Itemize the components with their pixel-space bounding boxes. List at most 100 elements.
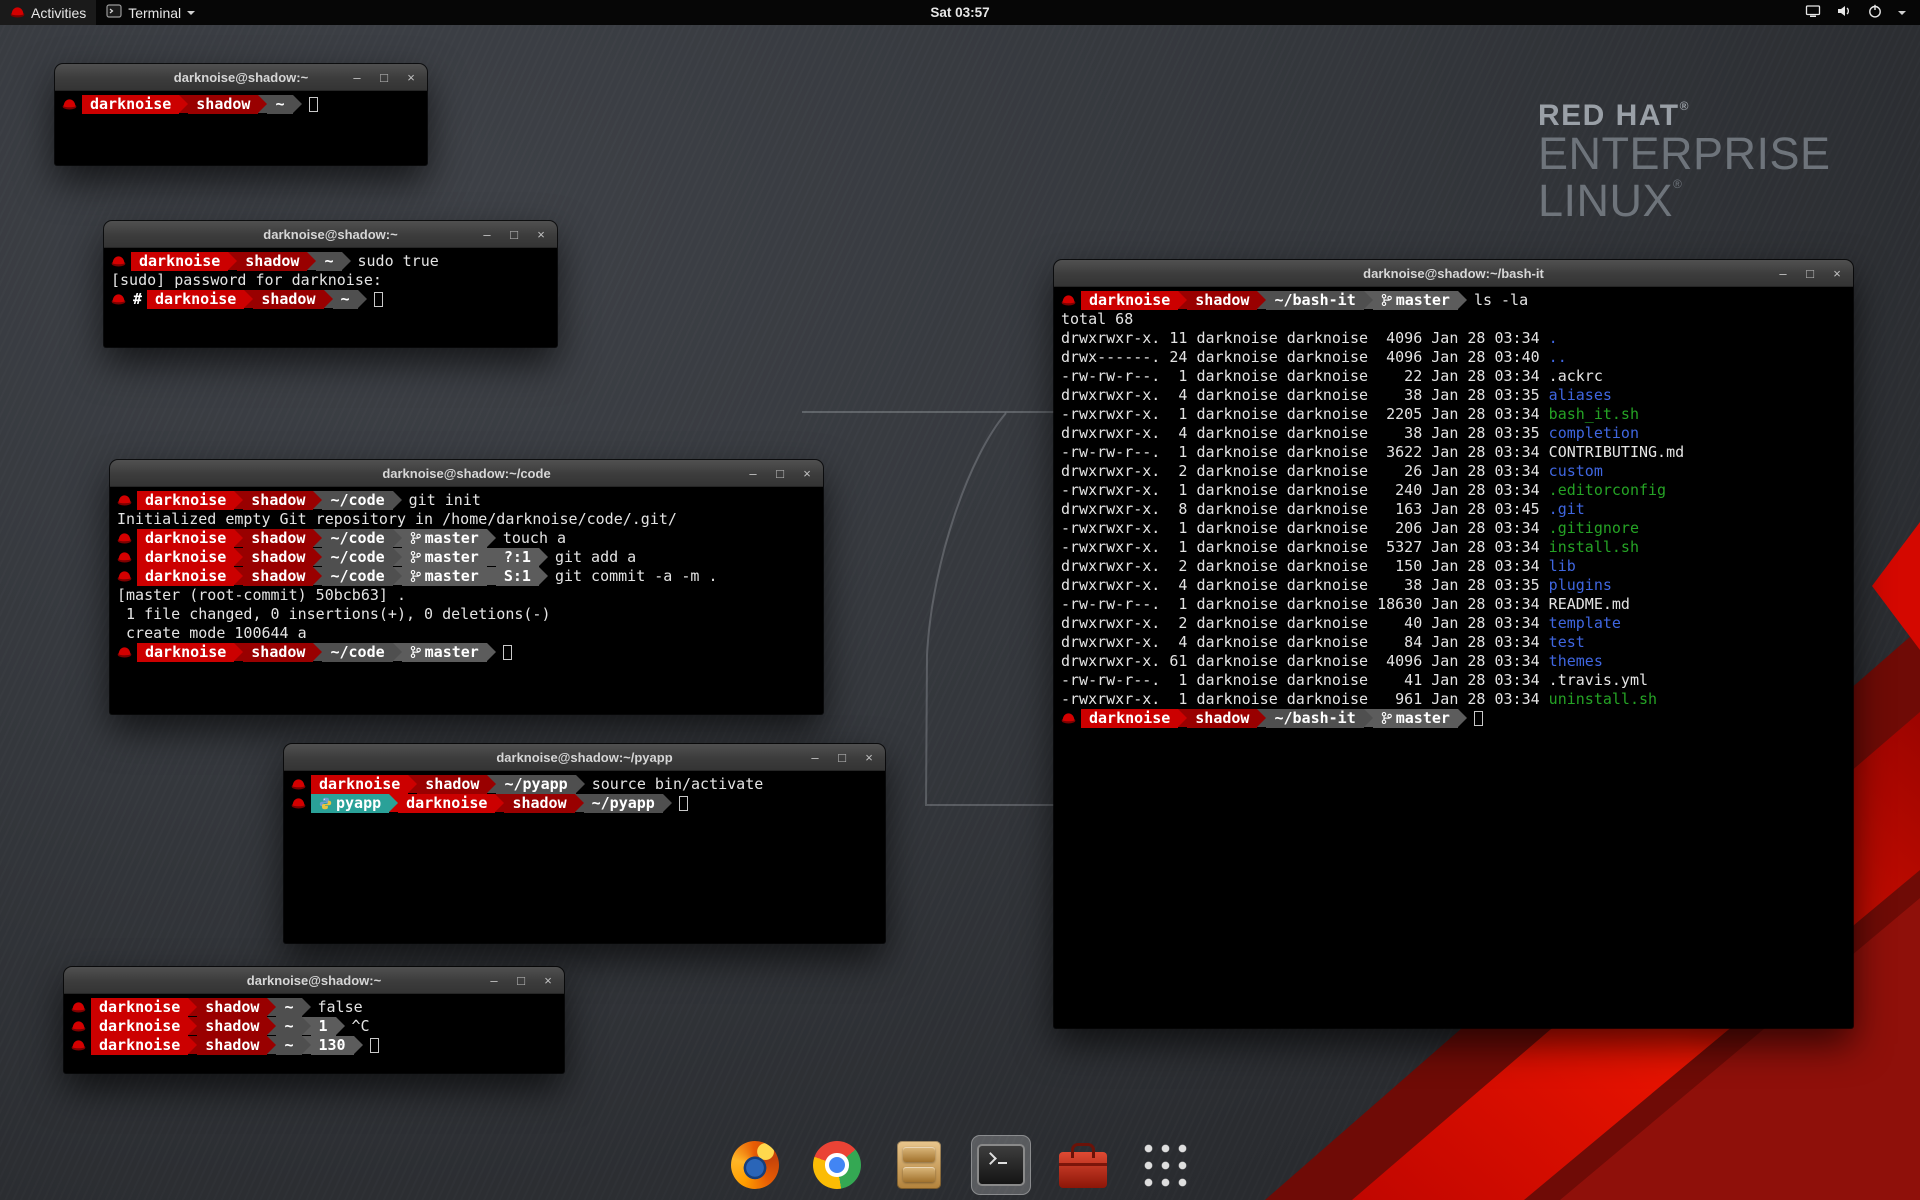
power-icon[interactable] — [1867, 3, 1883, 22]
powerline-separator — [342, 252, 351, 270]
prompt-segment: ~ — [276, 998, 301, 1017]
close-button[interactable]: × — [800, 460, 814, 487]
terminal-line: drwxrwxr-x. 4 darknoise darknoise 38 Jan… — [1061, 576, 1853, 595]
prompt-segment: ~/bash-it — [1266, 709, 1363, 728]
app-menu-terminal[interactable]: Terminal — [96, 0, 205, 25]
maximize-button[interactable]: □ — [835, 744, 849, 771]
terminal-line: drwxrwxr-x. 4 darknoise darknoise 38 Jan… — [1061, 386, 1853, 405]
prompt-segment: 1 — [311, 1017, 336, 1036]
command-text: ^C — [345, 1017, 370, 1035]
close-button[interactable]: × — [862, 744, 876, 771]
terminal-body[interactable]: darknoiseshadow~sudo true[sudo] password… — [104, 248, 557, 346]
maximize-button[interactable]: □ — [514, 967, 528, 994]
powerline-separator — [1364, 291, 1373, 309]
clock[interactable]: Sat 03:57 — [930, 5, 989, 20]
close-button[interactable]: × — [1830, 260, 1844, 287]
dock-item-toolbox[interactable] — [1053, 1135, 1113, 1195]
prompt-segment: ~/code — [322, 643, 392, 662]
minimize-button[interactable]: – — [746, 460, 760, 487]
powerline-separator — [487, 548, 496, 566]
redhat-prompt-icon — [117, 548, 134, 567]
dock-item-terminal[interactable] — [971, 1135, 1031, 1195]
terminal-window: darknoise@shadow:~/pyapp – □ × darknoise… — [284, 744, 885, 943]
minimize-button[interactable]: – — [1776, 260, 1790, 287]
activities-button[interactable]: Activities — [0, 0, 96, 25]
file-meta: -rwxrwxr-x. 1 darknoise darknoise 240 Ja… — [1061, 481, 1549, 499]
terminal-window: darknoise@shadow:~/bash-it – □ × darknoi… — [1054, 260, 1853, 1028]
terminal-cursor — [503, 645, 512, 660]
window-titlebar[interactable]: darknoise@shadow:~/code – □ × — [110, 460, 823, 487]
terminal-output-line: [sudo] password for darknoise: — [111, 271, 557, 290]
powerline-separator — [1257, 709, 1266, 727]
powerline-separator — [267, 1017, 276, 1035]
rhel-branding: RED HAT® ENTERPRISE LINUX® — [1538, 100, 1831, 225]
terminal-line: #darknoiseshadow~ — [111, 290, 557, 309]
terminal-body[interactable]: darknoiseshadow~/codegit initInitialized… — [110, 487, 823, 713]
prompt-segment: shadow — [188, 95, 258, 114]
powerline-separator — [393, 643, 402, 661]
prompt-segment: shadow — [243, 567, 313, 586]
window-titlebar[interactable]: darknoise@shadow:~/bash-it – □ × — [1054, 260, 1853, 287]
prompt-segment: darknoise — [131, 252, 228, 271]
prompt-segment: darknoise — [398, 794, 495, 813]
prompt-segment: shadow — [1187, 291, 1257, 310]
redhat-prompt-icon — [1061, 709, 1078, 728]
maximize-button[interactable]: □ — [377, 64, 391, 91]
dock-item-chrome[interactable] — [807, 1135, 867, 1195]
maximize-button[interactable]: □ — [1803, 260, 1817, 287]
dock-item-firefox[interactable] — [725, 1135, 785, 1195]
close-button[interactable]: × — [404, 64, 418, 91]
file-name: lib — [1549, 557, 1576, 575]
powerline-separator — [393, 567, 402, 585]
terminal-body[interactable]: darknoiseshadow~/bash-itmasterls -latota… — [1054, 287, 1853, 1027]
file-meta: drwxrwxr-x. 4 darknoise darknoise 38 Jan… — [1061, 576, 1549, 594]
prompt-segment: darknoise — [91, 998, 188, 1017]
display-icon[interactable] — [1805, 3, 1821, 22]
minimize-button[interactable]: – — [487, 967, 501, 994]
powerline-separator — [313, 643, 322, 661]
file-name: template — [1549, 614, 1621, 632]
close-button[interactable]: × — [541, 967, 555, 994]
top-bar: Activities Terminal Sat 03:57 — [0, 0, 1920, 25]
maximize-button[interactable]: □ — [507, 221, 521, 248]
terminal-line: drwxrwxr-x. 2 darknoise darknoise 40 Jan… — [1061, 614, 1853, 633]
powerline-separator — [313, 529, 322, 547]
branch-icon — [1381, 291, 1396, 309]
command-text: git init — [402, 491, 481, 509]
volume-icon[interactable] — [1836, 3, 1852, 22]
close-button[interactable]: × — [534, 221, 548, 248]
prompt-segment: shadow — [197, 1017, 267, 1036]
terminal-line: -rwxrwxr-x. 1 darknoise darknoise 5327 J… — [1061, 538, 1853, 557]
minimize-button[interactable]: – — [480, 221, 494, 248]
command-text: touch a — [496, 529, 566, 547]
prompt-segment: ~/pyapp — [496, 775, 575, 794]
chrome-icon — [813, 1141, 861, 1189]
powerline-separator — [307, 252, 316, 270]
powerline-separator — [244, 290, 253, 308]
window-titlebar[interactable]: darknoise@shadow:~ – □ × — [64, 967, 564, 994]
terminal-line: darknoiseshadow~/codemaster — [117, 643, 823, 662]
file-name: bash_it.sh — [1549, 405, 1639, 423]
prompt-segment: ~ — [333, 290, 358, 309]
terminal-body[interactable]: darknoiseshadow~/pyappsource bin/activat… — [284, 771, 885, 942]
powerline-separator — [495, 794, 504, 812]
prompt-segment: ~ — [276, 1017, 301, 1036]
terminal-line: darknoiseshadow~/codegit init — [117, 491, 823, 510]
terminal-line: drwxrwxr-x. 8 darknoise darknoise 163 Ja… — [1061, 500, 1853, 519]
window-titlebar[interactable]: darknoise@shadow:~ – □ × — [55, 64, 427, 91]
maximize-button[interactable]: □ — [773, 460, 787, 487]
dock-item-appgrid[interactable] — [1135, 1135, 1195, 1195]
powerline-separator — [393, 529, 402, 547]
window-titlebar[interactable]: darknoise@shadow:~/pyapp – □ × — [284, 744, 885, 771]
terminal-body[interactable]: darknoiseshadow~ — [55, 91, 427, 164]
minimize-button[interactable]: – — [808, 744, 822, 771]
file-name: .gitignore — [1549, 519, 1639, 537]
minimize-button[interactable]: – — [350, 64, 364, 91]
desktop: RED HAT® ENTERPRISE LINUX® Activities Te… — [0, 0, 1920, 1200]
branch-icon — [410, 643, 425, 661]
terminal-body[interactable]: darknoiseshadow~falsedarknoiseshadow~1^C… — [64, 994, 564, 1072]
dock-item-files[interactable] — [889, 1135, 949, 1195]
window-titlebar[interactable]: darknoise@shadow:~ – □ × — [104, 221, 557, 248]
powerline-separator — [179, 95, 188, 113]
terminal-window: darknoise@shadow:~/code – □ × darknoises… — [110, 460, 823, 714]
